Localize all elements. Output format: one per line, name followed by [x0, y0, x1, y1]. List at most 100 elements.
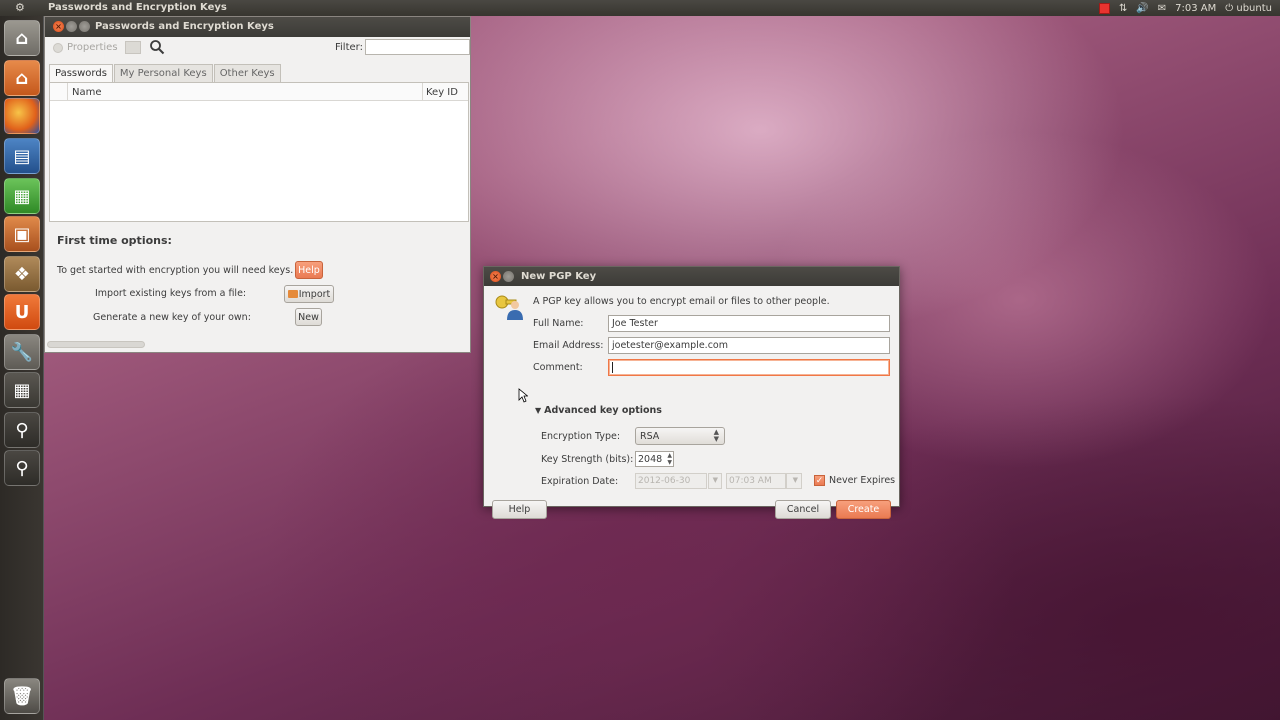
toolbar: Properties Filter:: [45, 37, 470, 59]
key-strength-value: 2048: [638, 454, 663, 465]
column-header-key-id[interactable]: Key ID: [426, 87, 458, 98]
dash-lens-icon[interactable]: ⚲: [4, 450, 40, 486]
active-app-title: Passwords and Encryption Keys: [48, 2, 227, 13]
help-button[interactable]: Help: [295, 261, 323, 279]
key-strength-label: Key Strength (bits):: [541, 454, 634, 465]
full-name-label: Full Name:: [533, 318, 584, 329]
cancel-button[interactable]: Cancel: [775, 500, 831, 519]
power-icon: ⏻: [1225, 2, 1237, 14]
spin-arrows-icon[interactable]: ▲ ▼: [667, 452, 672, 466]
chevron-down-icon: ▼: [712, 476, 718, 484]
search-icon[interactable]: [149, 39, 165, 55]
writer-icon[interactable]: ▤: [4, 138, 40, 174]
first-time-options: First time options: To get started with …: [45, 224, 470, 342]
calc-icon[interactable]: ▦: [4, 178, 40, 214]
advanced-options-label: Advanced key options: [544, 405, 662, 416]
tab-bar: Passwords My Personal Keys Other Keys: [49, 64, 282, 82]
maximize-icon[interactable]: [79, 21, 90, 32]
tab-my-personal-keys[interactable]: My Personal Keys: [113, 64, 213, 82]
new-pgp-key-dialog: × New PGP Key A PGP key allows you to en…: [483, 266, 900, 519]
search-icon[interactable]: ⚲: [4, 412, 40, 448]
column-header-check[interactable]: [50, 83, 68, 100]
close-icon[interactable]: ×: [53, 21, 64, 32]
launcher: ⌂ ⌂ ▤ ▦ ▣ ❖ U 🔧 ▦ ⚲ ⚲ 🗑: [0, 16, 44, 720]
dialog-title: New PGP Key: [521, 271, 597, 282]
horizontal-scrollbar[interactable]: [47, 341, 145, 348]
import-button-label: Import: [298, 288, 331, 300]
dialog-titlebar[interactable]: × New PGP Key: [484, 267, 899, 286]
folder-icon: [287, 290, 298, 298]
email-field[interactable]: joetester@example.com: [608, 337, 890, 354]
column-header-name[interactable]: Name: [72, 87, 102, 98]
software-center-icon[interactable]: ❖: [4, 256, 40, 292]
encryption-type-label: Encryption Type:: [541, 431, 621, 442]
chevron-down-icon: ▼: [792, 476, 798, 484]
generate-text: Generate a new key of your own:: [93, 312, 251, 323]
expiration-date-label: Expiration Date:: [541, 476, 619, 487]
expiration-date-value: 2012-06-30: [638, 476, 691, 486]
pgp-key-icon: [495, 295, 523, 320]
tab-passwords[interactable]: Passwords: [49, 64, 113, 82]
key-strength-spinner[interactable]: 2048 ▲ ▼: [635, 451, 674, 467]
get-started-text: To get started with encryption you will …: [57, 265, 294, 276]
comment-field[interactable]: [608, 359, 890, 376]
comment-label: Comment:: [533, 362, 583, 373]
minimize-icon[interactable]: [66, 21, 77, 32]
indicator-area: ⇅ 🔊 ✉ 7:03 AM ⏻ ubuntu: [1098, 1, 1272, 15]
create-button[interactable]: Create: [836, 500, 891, 519]
encryption-type-select[interactable]: RSA ▲ ▼: [635, 427, 725, 445]
text-caret: [612, 362, 613, 373]
files-icon[interactable]: ⌂: [4, 60, 40, 96]
expiration-time-field: 07:03 AM: [726, 473, 786, 489]
window-title: Passwords and Encryption Keys: [95, 21, 274, 32]
properties-label: Properties: [67, 42, 118, 53]
dialog-help-button[interactable]: Help: [492, 500, 547, 519]
never-expires-label: Never Expires: [829, 475, 896, 486]
workspace-switcher-icon[interactable]: ▦: [4, 372, 40, 408]
updown-icon: ▲ ▼: [713, 428, 719, 443]
minimize-icon[interactable]: [503, 271, 514, 282]
key-list-header: Name Key ID: [50, 83, 468, 101]
export-icon[interactable]: [125, 41, 141, 54]
close-icon[interactable]: ×: [490, 271, 501, 282]
key-list[interactable]: Name Key ID: [49, 82, 469, 222]
properties-icon: [53, 42, 63, 53]
new-key-button[interactable]: New: [295, 308, 322, 326]
mouse-cursor-icon: [518, 388, 528, 403]
properties-button[interactable]: Properties: [53, 42, 118, 53]
expiration-date-field: 2012-06-30: [635, 473, 707, 489]
system-settings-icon[interactable]: 🔧: [4, 334, 40, 370]
trash-icon[interactable]: 🗑: [4, 678, 40, 714]
checkmark-icon: ✓: [814, 475, 825, 486]
filter-input[interactable]: [365, 39, 470, 55]
filter-label: Filter:: [335, 42, 363, 53]
seahorse-main-window: × Passwords and Encryption Keys Properti…: [44, 16, 471, 353]
import-text: Import existing keys from a file:: [95, 288, 247, 299]
window-titlebar[interactable]: × Passwords and Encryption Keys: [45, 17, 470, 37]
full-name-field[interactable]: Joe Tester: [608, 315, 890, 332]
clock[interactable]: 7:03 AM: [1175, 1, 1216, 15]
session-menu[interactable]: ⏻ ubuntu: [1225, 1, 1272, 15]
impress-icon[interactable]: ▣: [4, 216, 40, 252]
dash-home-icon[interactable]: ⌂: [4, 20, 40, 56]
expiration-time-value: 07:03 AM: [729, 476, 772, 486]
ubuntu-one-icon[interactable]: U: [4, 294, 40, 330]
time-dropdown: ▼: [786, 473, 802, 489]
network-icon[interactable]: ⇅: [1119, 1, 1127, 15]
username: ubuntu: [1236, 2, 1272, 14]
advanced-options-expander[interactable]: ▼ Advanced key options: [535, 405, 662, 416]
tab-other-keys[interactable]: Other Keys: [213, 64, 281, 82]
encryption-type-value: RSA: [640, 431, 660, 442]
triangle-down-icon: ▼: [535, 406, 542, 415]
never-expires-checkbox[interactable]: ✓ Never Expires: [814, 475, 895, 486]
notification-icon[interactable]: [1098, 1, 1110, 15]
dialog-description: A PGP key allows you to encrypt email or…: [533, 296, 830, 307]
volume-icon[interactable]: 🔊: [1136, 1, 1148, 15]
mail-icon[interactable]: ✉: [1158, 1, 1166, 15]
first-time-title: First time options:: [57, 234, 172, 247]
top-panel: ⚙ Passwords and Encryption Keys ⇅ 🔊 ✉ 7:…: [0, 0, 1280, 16]
firefox-icon[interactable]: [4, 98, 40, 134]
email-label: Email Address:: [533, 340, 604, 351]
ubuntu-logo-icon[interactable]: ⚙: [15, 1, 29, 15]
import-button[interactable]: Import: [284, 285, 334, 303]
